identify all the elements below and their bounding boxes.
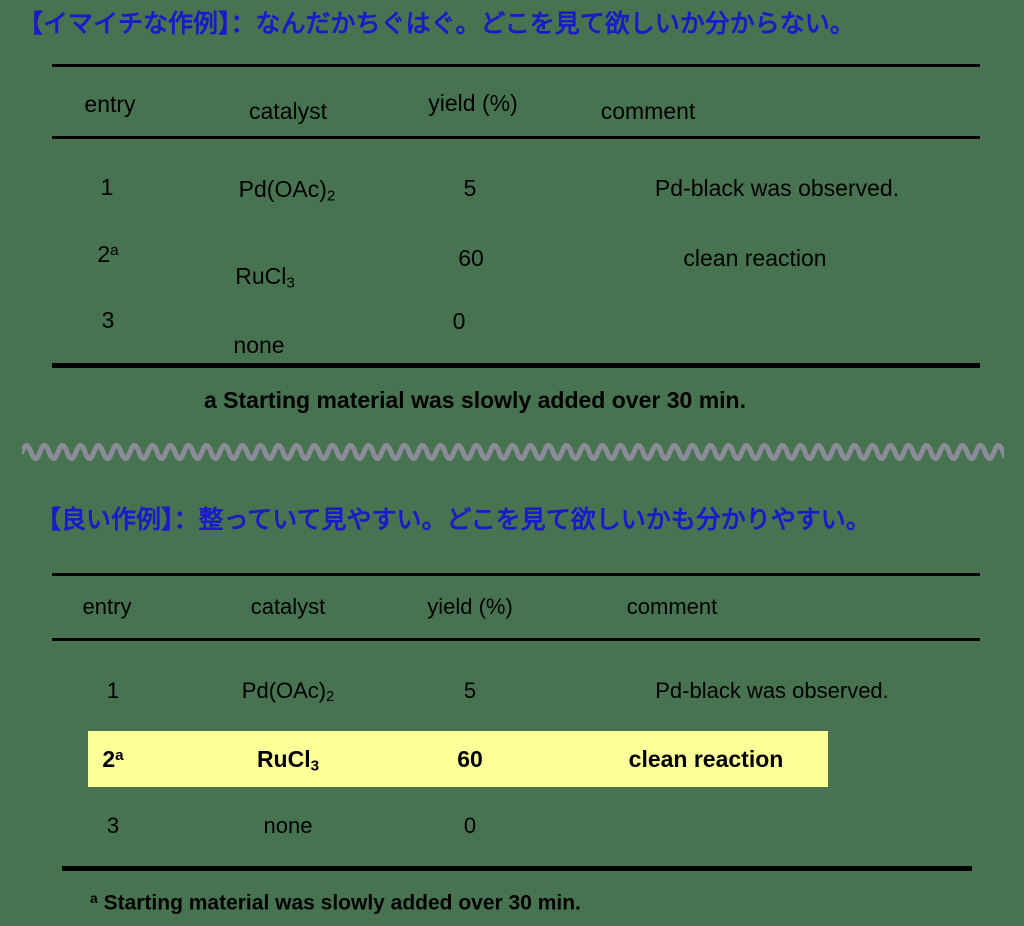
good-header-yield: yield (%) xyxy=(427,594,513,619)
good-row2-comment: clean reaction xyxy=(628,746,784,772)
good-row2-yield: 60 xyxy=(457,746,483,772)
good-example-heading: 【良い作例】：整っていて見やすい。どこを見て欲しいかも分かりやすい。 xyxy=(36,506,871,534)
wavy-divider xyxy=(22,437,1004,467)
good-table-header-rule xyxy=(52,638,980,641)
bad-row2-yield: 60 xyxy=(458,245,484,271)
bad-table-header-rule xyxy=(52,136,980,139)
good-table-bottom-rule xyxy=(62,866,972,871)
bad-table-footnote: a Starting material was slowly added ove… xyxy=(204,387,746,413)
bad-header-yield: yield (%) xyxy=(428,90,518,116)
good-header-comment: comment xyxy=(626,594,718,619)
good-table-top-rule xyxy=(52,573,980,576)
bad-row1-yield: 5 xyxy=(463,175,477,201)
good-row1-catalyst: Pd(OAc)2 xyxy=(241,678,335,706)
good-header-entry: entry xyxy=(82,594,132,619)
bad-row2-catalyst: RuCl3 xyxy=(235,263,295,292)
good-row2-catalyst: RuCl3 xyxy=(256,746,320,775)
bad-row3-entry: 3 xyxy=(101,307,115,333)
bad-example-heading: 【イマイチな作例】：なんだかちぐはぐ。どこを見て欲しいか分からない。 xyxy=(18,10,855,38)
bad-row3-yield: 0 xyxy=(452,308,466,334)
good-row3-entry: 3 xyxy=(106,813,120,838)
good-header-catalyst: catalyst xyxy=(250,594,326,619)
bad-header-catalyst: catalyst xyxy=(249,98,327,124)
bad-table-top-rule xyxy=(52,64,980,67)
bad-row2-comment: clean reaction xyxy=(683,245,827,271)
bad-table-bottom-rule xyxy=(52,363,980,368)
good-row1-yield: 5 xyxy=(463,678,477,703)
good-row3-yield: 0 xyxy=(463,813,477,838)
good-row3-catalyst: none xyxy=(263,813,313,838)
bad-header-comment: comment xyxy=(600,98,696,124)
good-table-footnote: a Starting material was slowly added ove… xyxy=(90,890,581,915)
bad-row3-catalyst: none xyxy=(233,332,285,358)
good-row1-entry: 1 xyxy=(106,678,120,703)
good-row2-entry: 2a xyxy=(102,746,124,772)
bad-row1-catalyst: Pd(OAc)2 xyxy=(238,176,336,205)
bad-header-entry: entry xyxy=(84,91,136,117)
bad-row1-comment: Pd-black was observed. xyxy=(654,175,900,201)
good-row1-comment: Pd-black was observed. xyxy=(655,678,889,703)
bad-row1-entry: 1 xyxy=(100,174,114,200)
bad-row2-entry: 2a xyxy=(97,241,119,267)
